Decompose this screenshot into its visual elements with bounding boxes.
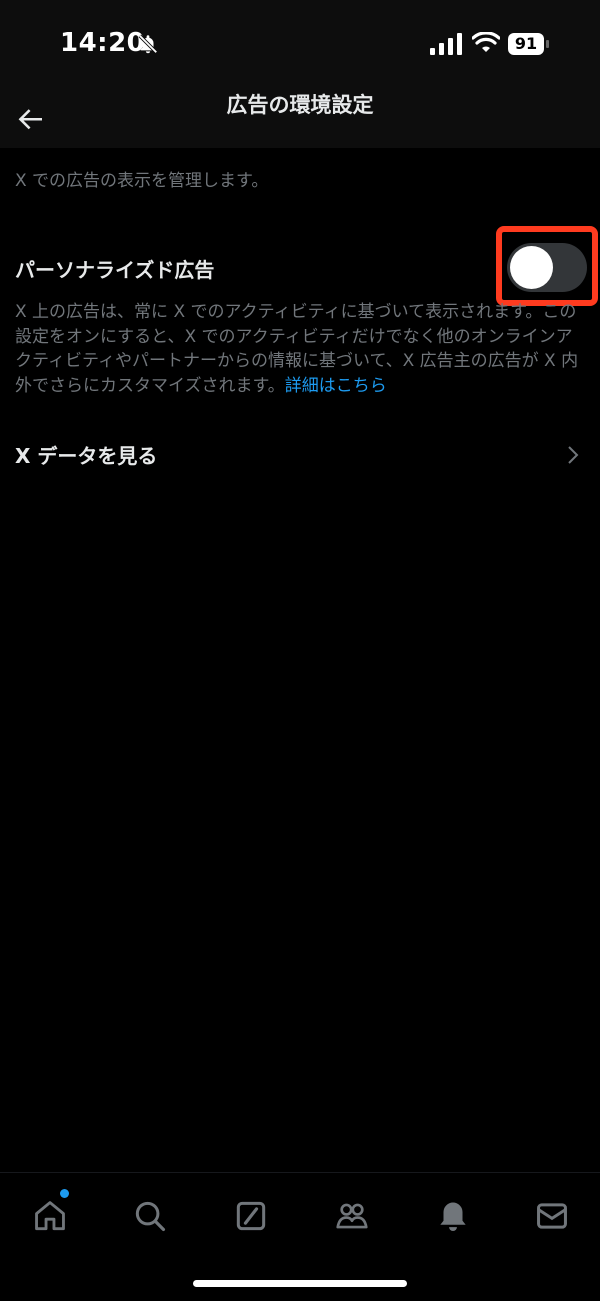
header: 広告の環境設定 [0,90,600,148]
tab-home[interactable] [25,1189,75,1241]
tab-messages[interactable] [527,1191,577,1241]
arrow-left-icon [18,109,42,130]
home-badge-dot [60,1189,69,1198]
view-x-data-label: X データを見る [15,444,158,468]
cellular-signal-icon [430,33,462,55]
grok-icon [236,1201,266,1231]
page-title: 広告の環境設定 [226,93,374,117]
status-time: 14:20 [60,28,146,58]
intro-text: X での広告の表示を管理します。 [15,171,269,191]
toggle-knob [510,246,553,289]
notifications-icon [440,1202,466,1232]
learn-more-link[interactable]: 詳細はこちら [285,376,387,396]
chevron-right-icon [568,446,579,464]
status-bar: 14:20 91 [0,0,600,90]
battery-icon: 91 [508,33,550,55]
back-button[interactable] [10,98,52,140]
battery-cap [546,40,549,48]
personalized-ads-title: パーソナライズド広告 [15,258,215,282]
communities-icon [336,1203,368,1229]
tab-search[interactable] [125,1191,175,1241]
messages-icon [537,1203,567,1229]
personalized-ads-description: X 上の広告は、常に X でのアクティビティに基づいて表示されます。この設定をオ… [15,300,580,398]
tab-communities[interactable] [327,1191,377,1241]
personalized-ads-toggle[interactable] [507,243,587,292]
home-icon [35,1201,65,1231]
home-indicator[interactable] [193,1280,407,1287]
screen: 14:20 91 広告の環境設定 X での広告の表示を管理します。 パーソナライ… [0,0,600,1301]
tab-notifications[interactable] [428,1191,478,1241]
wifi-icon [472,32,500,52]
bell-slash-icon [138,34,158,54]
tab-grok[interactable] [226,1191,276,1241]
battery-level: 91 [514,34,538,53]
view-x-data-row[interactable]: X データを見る [0,428,600,484]
search-icon [135,1201,166,1232]
